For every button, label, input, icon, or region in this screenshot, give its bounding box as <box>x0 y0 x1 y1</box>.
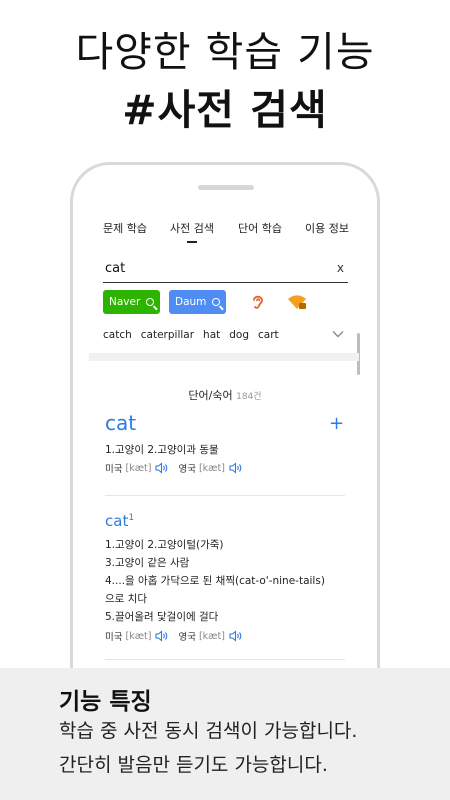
suggestion-item[interactable]: caterpillar <box>141 329 194 341</box>
results-header: 단어/숙어 184건 <box>73 387 377 405</box>
naver-search-button[interactable]: Naver <box>103 290 160 314</box>
entry-word[interactable]: cat1 <box>105 512 134 530</box>
entry-divider <box>105 495 345 496</box>
headline-line2: #사전 검색 <box>122 86 328 134</box>
tab-dictionary-search[interactable]: 사전 검색 <box>170 220 214 243</box>
ear-icon[interactable] <box>248 292 268 312</box>
footer-title: 기능 특징 <box>59 689 152 715</box>
daum-label: Daum <box>175 296 207 308</box>
tab-problem-study[interactable]: 문제 학습 <box>103 220 147 236</box>
entry-meaning: 1.고양이 2.고양이털(가죽) <box>105 539 224 551</box>
clear-button[interactable]: x <box>337 261 344 275</box>
entry-meaning: 으로 치다 <box>105 593 147 605</box>
entry-meaning: 5.끌어올려 닻걸이에 걸다 <box>105 611 219 623</box>
search-icon <box>212 298 220 306</box>
tab-word-study[interactable]: 단어 학습 <box>238 220 282 236</box>
speaker-icon[interactable] <box>229 630 244 642</box>
entry-divider <box>105 659 345 660</box>
suggestion-item[interactable]: catch <box>103 329 132 341</box>
section-separator <box>89 353 359 361</box>
footer-line: 학습 중 사전 동시 검색이 가능합니다. <box>59 720 358 742</box>
speaker-icon[interactable] <box>229 462 244 474</box>
headline-line1: 다양한 학습 기능 <box>75 28 375 76</box>
search-value: cat <box>105 261 126 276</box>
chevron-down-icon[interactable] <box>331 327 345 341</box>
entry-meaning: 3.고양이 같은 사람 <box>105 557 190 569</box>
wifi-icon[interactable] <box>286 293 308 311</box>
speaker-icon[interactable] <box>155 630 170 642</box>
phone-speaker <box>198 185 254 190</box>
speaker-icon[interactable] <box>155 462 170 474</box>
pronunciation-row: 미국 [kæt] 영국 [kæt] <box>105 629 252 643</box>
results-label: 단어/숙어 184건 <box>182 389 314 405</box>
add-word-button[interactable]: + <box>329 413 344 434</box>
suggestion-item[interactable]: cart <box>258 329 279 341</box>
entry-meaning: 4....을 아홉 가닥으로 된 채찍(cat-o'-nine-tails) <box>105 575 325 587</box>
search-input[interactable]: cat x <box>103 255 348 283</box>
tab-usage-info[interactable]: 이용 정보 <box>305 220 349 236</box>
entry-word[interactable]: cat <box>105 411 136 435</box>
footer-line: 간단히 발음만 듣기도 가능합니다. <box>59 754 328 776</box>
suggestion-list: catch caterpillar hat dog cart <box>103 329 279 341</box>
naver-label: Naver <box>109 296 141 308</box>
suggestion-item[interactable]: dog <box>229 329 249 341</box>
daum-search-button[interactable]: Daum <box>169 290 226 314</box>
search-icon <box>146 298 154 306</box>
nav-tabs: 문제 학습 사전 검색 단어 학습 이용 정보 <box>73 220 377 244</box>
suggestion-item[interactable]: hat <box>203 329 220 341</box>
pronunciation-row: 미국 [kæt] 영국 [kæt] <box>105 461 252 475</box>
results-count: 184건 <box>236 392 262 402</box>
entry-meaning: 1.고양이 2.고양이과 동물 <box>105 444 219 456</box>
